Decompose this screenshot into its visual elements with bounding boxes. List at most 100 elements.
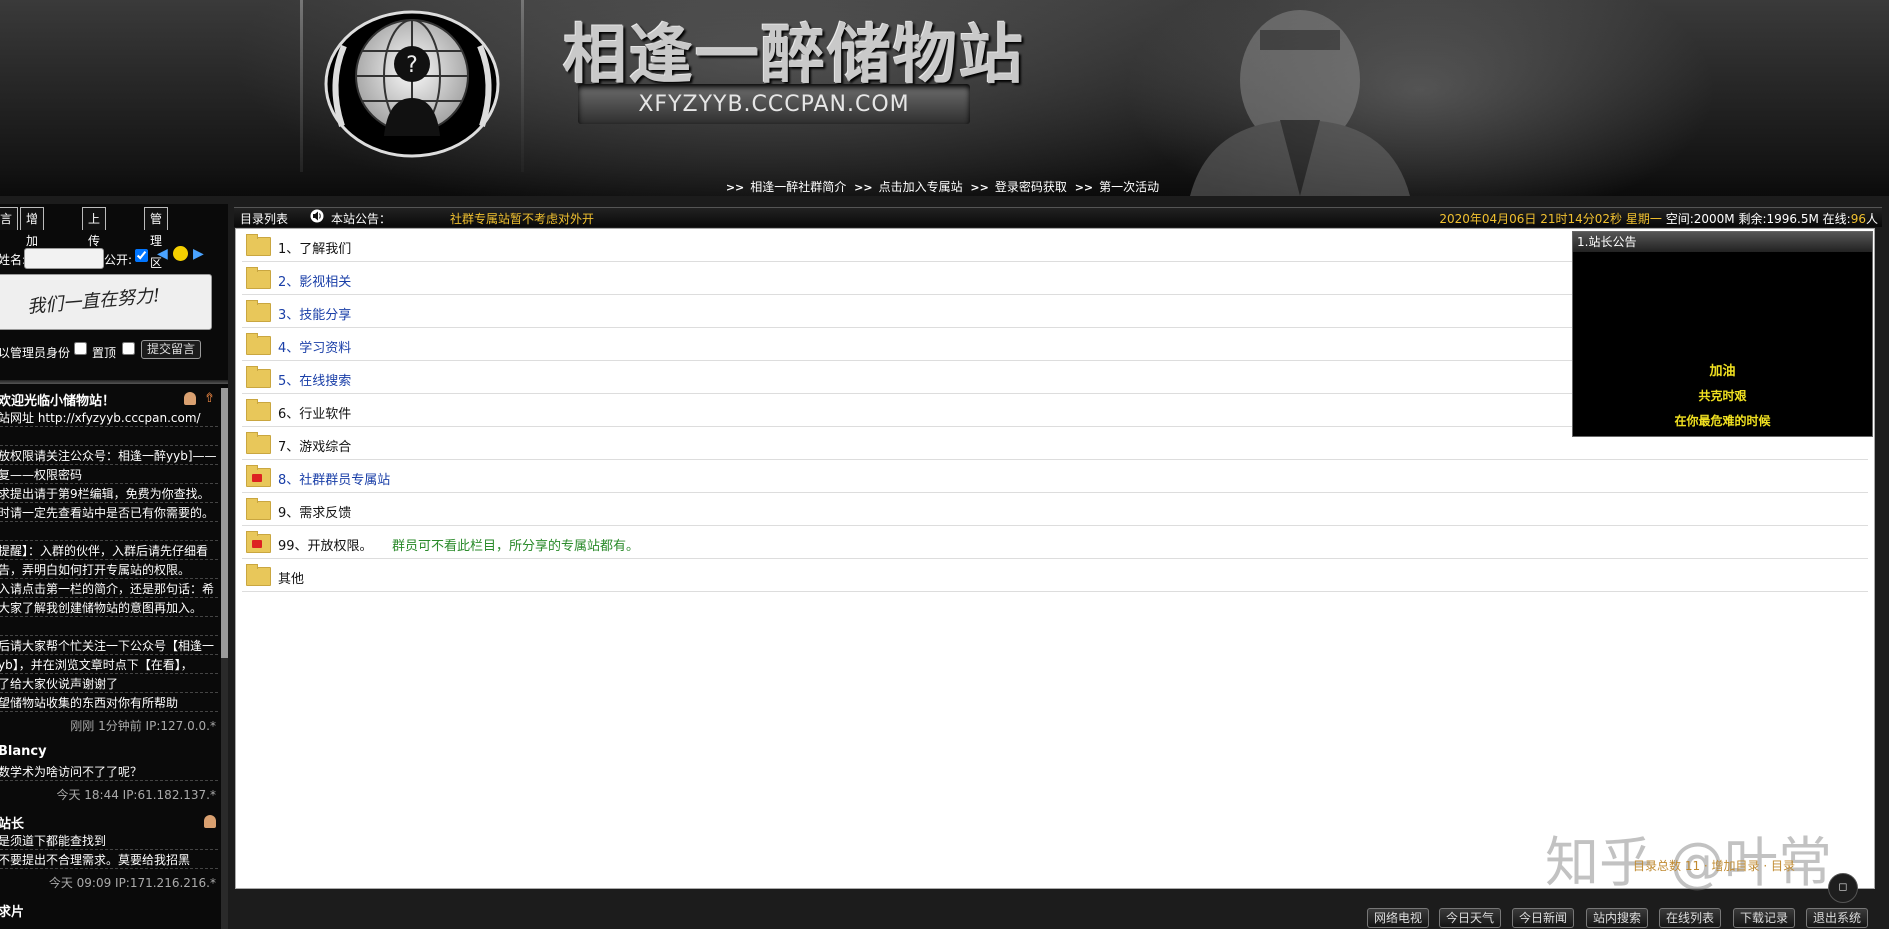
submit-message-button[interactable]: 提交留言 xyxy=(141,340,202,359)
directory-row[interactable]: 8、社群群员专属站 xyxy=(242,460,1868,493)
message-line: 入请点击第一栏的简介，还是那句话：希 xyxy=(0,582,215,596)
web-tv-button[interactable]: 网络电视 xyxy=(1367,908,1430,928)
message-line: 求提出请于第9栏编辑，免费为你查找。 xyxy=(0,487,210,501)
site-domain-plate: XFYZYYB.CCCPAN.COM xyxy=(578,84,970,124)
folder-icon xyxy=(246,498,271,520)
owner-notice-body: 加油 共克时艰 在你最危难的时候 xyxy=(1573,360,1872,437)
dotted-divider xyxy=(0,692,218,693)
directory-name[interactable]: 7、游戏综合 xyxy=(278,436,351,455)
owner-notice-panel: 1.站长公告 加油 共克时艰 在你最危难的时候 xyxy=(1572,231,1873,437)
directory-name[interactable]: 其他 xyxy=(278,568,304,587)
tab-admin-area[interactable]: 管理区 xyxy=(144,207,169,270)
directory-name[interactable]: 5、在线搜索 xyxy=(278,370,351,389)
site-domain: XFYZYYB.CCCPAN.COM xyxy=(638,92,910,117)
site-banner: ? 相逢一醉储物站 XFYZYYB.CCCPAN.COM >> 相逢一醉社群简介 … xyxy=(0,0,1889,196)
message-line: 时请一定先查看站中是否已有你需要的。 xyxy=(0,506,215,520)
site-search-button[interactable]: 站内搜索 xyxy=(1586,908,1649,928)
dotted-divider xyxy=(0,849,218,850)
dotted-divider xyxy=(0,445,218,446)
smiley-icon[interactable] xyxy=(173,246,188,261)
nav-link-password[interactable]: 登录密码获取 xyxy=(995,180,1067,194)
lock-icon xyxy=(252,540,262,548)
message-line: 了给大家伙说声谢谢了 xyxy=(0,677,119,691)
directory-name[interactable]: 2、影视相关 xyxy=(278,271,351,290)
dotted-divider xyxy=(0,464,218,465)
message-textarea[interactable]: 我们一直在努力! xyxy=(0,274,212,330)
folder-icon xyxy=(246,564,271,586)
message-line: 复——权限密码 xyxy=(0,468,83,482)
directory-name[interactable]: 99、开放权限。 xyxy=(278,535,373,554)
status-datetime: 2020年04月06日 21时14分02秒 星期一 xyxy=(1439,212,1662,226)
pin-top-checkbox[interactable] xyxy=(122,342,135,355)
dotted-divider xyxy=(0,711,218,712)
nav-arrow-icon: >> xyxy=(854,181,873,194)
logout-button[interactable]: 退出系统 xyxy=(1806,908,1869,928)
tab-add-directory[interactable]: 增加目录 xyxy=(20,207,45,292)
masked-figure-image xyxy=(1190,10,1410,196)
directory-name[interactable]: 8、社群群员专属站 xyxy=(278,469,390,488)
nav-link-first-event[interactable]: 第一次活动 xyxy=(1099,180,1159,194)
download-history-button[interactable]: 下载记录 xyxy=(1733,908,1796,928)
directory-name[interactable]: 9、需求反馈 xyxy=(278,502,351,521)
status-online-unit: 人 xyxy=(1865,212,1878,226)
message-meta: 今天 09:09 IP:171.216.216.* xyxy=(48,876,216,890)
message-author: 求片 xyxy=(0,905,25,920)
directory-stats: 目录总数 11 · 增加目录 · 目录 xyxy=(1633,859,1795,873)
directory-name[interactable]: 4、学习资料 xyxy=(278,337,351,356)
message-line: 数学术为啥访问不了了呢？ xyxy=(0,765,143,779)
dotted-divider xyxy=(0,559,218,560)
dotted-divider xyxy=(0,521,218,522)
directory-name[interactable]: 6、行业软件 xyxy=(278,403,351,422)
directory-row[interactable]: 9、需求反馈 xyxy=(242,493,1868,526)
public-checkbox[interactable] xyxy=(135,249,148,262)
svg-text:?: ? xyxy=(406,53,418,78)
folder-icon xyxy=(246,399,271,421)
owner-notice-line: 在你最危难的时候 xyxy=(1674,414,1771,428)
dotted-divider xyxy=(0,616,218,617)
lock-icon xyxy=(252,474,262,482)
tab-upload-file[interactable]: 上传文件 xyxy=(82,207,107,292)
weather-button[interactable]: 今日天气 xyxy=(1439,908,1502,928)
message-author: Blancy xyxy=(0,744,47,759)
owner-notice-line: 共克时艰 xyxy=(1698,389,1747,403)
online-list-button[interactable]: 在线列表 xyxy=(1659,908,1722,928)
name-input[interactable] xyxy=(24,248,104,269)
message-line: 告，弄明白如何打开专属站的权限。 xyxy=(0,563,191,577)
folder-icon xyxy=(246,267,271,289)
dotted-divider xyxy=(0,426,218,427)
message-line: 望储物站收集的东西对你有所帮助 xyxy=(0,696,179,710)
admin-identity-label: 以管理员身份 xyxy=(0,346,71,360)
nav-arrow-icon: >> xyxy=(1074,181,1094,194)
dotted-divider xyxy=(0,868,218,869)
message-meta: 今天 18:44 IP:61.182.137.* xyxy=(56,788,216,802)
next-arrow-icon[interactable]: ▶ xyxy=(193,246,204,262)
directory-row[interactable]: 99、开放权限。 群员可不看此栏目，所分享的专属站都有。 xyxy=(242,526,1868,559)
tab-message[interactable]: 言 xyxy=(0,207,19,230)
dotted-divider xyxy=(0,578,218,579)
pin-top-icon[interactable]: ⇮ xyxy=(204,391,216,406)
directory-name[interactable]: 1、了解我们 xyxy=(278,238,351,257)
prev-arrow-icon[interactable]: ◀ xyxy=(157,246,168,262)
dotted-divider xyxy=(0,635,218,636)
admin-identity-checkbox[interactable] xyxy=(74,342,87,355)
nav-arrow-icon: >> xyxy=(970,181,989,194)
message-line: 不要提出不合理需求。莫要给我招黑 xyxy=(0,853,191,867)
nav-link-community-intro[interactable]: 相逢一醉社群简介 xyxy=(750,180,846,194)
directory-name[interactable]: 3、技能分享 xyxy=(278,304,351,323)
guestbook-panel: 言 增加目录 上传文件 管理区 姓名: 公开: ◀ ▶ 我们一直在努力! 以管理… xyxy=(0,204,228,929)
nav-link-join-exclusive[interactable]: 点击加入专属站 xyxy=(879,180,963,194)
status-space: 空间:2000M 剩余:1996.5M 在线: xyxy=(1665,212,1851,226)
message-line: 后请大家帮个忙关注一下公众号【相逢一 xyxy=(0,639,215,653)
site-title: 相逢一醉储物站 xyxy=(563,18,1025,93)
message-line: 站网址 http://xfyzyyb.cccpan.com/ xyxy=(0,411,201,425)
site-notice-label: 本站公告： xyxy=(331,212,392,226)
square-icon[interactable]: ◻ xyxy=(1828,873,1858,903)
directory-list-label[interactable]: 目录列表 xyxy=(240,210,288,227)
dotted-divider xyxy=(0,673,218,674)
news-button[interactable]: 今日新闻 xyxy=(1512,908,1575,928)
scrollbar-thumb[interactable] xyxy=(221,388,228,658)
pin-top-label: 置顶 xyxy=(92,346,117,360)
user-icon xyxy=(204,815,216,828)
name-label: 姓名: xyxy=(0,253,27,267)
directory-row[interactable]: 其他 xyxy=(242,559,1868,592)
